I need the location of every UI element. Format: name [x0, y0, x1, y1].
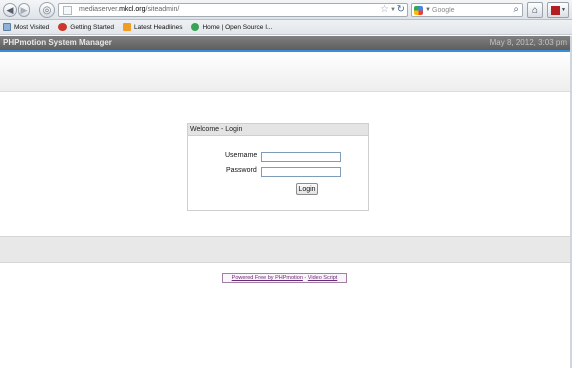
rss-feed-icon: [123, 23, 132, 31]
address-bar-url[interactable]: mediaserver.mkcl.org/siteadmin/: [79, 6, 179, 13]
addon-button[interactable]: ▼: [547, 2, 569, 18]
browser-toolbar: ◀ ▶ ◎ mediaserver.mkcl.org/siteadmin/ ☆ …: [0, 0, 572, 20]
password-field[interactable]: [261, 167, 341, 177]
bookmark-label: Most Visited: [14, 23, 50, 31]
bookmark-getting-started[interactable]: Getting Started: [58, 23, 114, 31]
addon-icon: [551, 6, 560, 15]
search-magnifier-icon[interactable]: ⌕: [513, 4, 519, 15]
google-engine-icon[interactable]: [414, 6, 423, 15]
page-info-globe-icon[interactable]: ◎: [39, 2, 55, 18]
forward-arrow-icon[interactable]: ▶: [18, 3, 30, 17]
search-input[interactable]: [432, 5, 502, 16]
search-engine-dropdown-icon[interactable]: ▼: [425, 7, 431, 13]
login-panel-title: Welcome - Login: [188, 124, 368, 136]
chevron-down-icon: ▼: [561, 7, 566, 13]
site-header: PHPmotion System Manager May 8, 2012, 3:…: [0, 36, 572, 50]
login-button[interactable]: Login: [296, 183, 318, 195]
bookmark-most-visited[interactable]: Most Visited: [3, 23, 49, 31]
firefox-icon: [58, 23, 68, 31]
bookmark-label: Home | Open Source I...: [202, 23, 273, 31]
password-label: Password: [226, 167, 257, 174]
header-subband: [0, 52, 572, 92]
reload-icon[interactable]: ↻: [397, 4, 405, 15]
bookmark-label: Latest Headlines: [134, 23, 183, 31]
page-favicon-icon: [63, 6, 72, 15]
most-visited-icon: [3, 23, 11, 31]
bookmark-label: Getting Started: [70, 23, 115, 31]
username-field[interactable]: [261, 152, 341, 162]
bookmark-home-open-source[interactable]: Home | Open Source I...: [191, 23, 272, 31]
login-panel: Welcome - Login Username Password Login: [187, 123, 369, 211]
bookmark-star-icon[interactable]: ☆: [380, 4, 389, 15]
bookmarks-toolbar: Most Visited Getting Started Latest Head…: [0, 20, 572, 35]
url-history-dropdown-icon[interactable]: ▼: [390, 7, 396, 13]
globe-icon: [191, 23, 200, 31]
footer-credits: Powered Free by PHPmotion - Video Script: [222, 273, 347, 283]
header-date: May 8, 2012, 3:03 pm: [489, 38, 567, 47]
back-arrow-icon[interactable]: ◀: [3, 3, 17, 17]
powered-by-link[interactable]: Powered Free by PHPmotion: [232, 275, 303, 281]
address-bar[interactable]: mediaserver.mkcl.org/siteadmin/ ☆ ▼ ↻: [58, 3, 408, 17]
search-bar[interactable]: ▼ ⌕: [411, 3, 523, 17]
bookmark-latest-headlines[interactable]: Latest Headlines: [123, 23, 182, 31]
home-icon[interactable]: ⌂: [527, 2, 543, 18]
footer-band: [0, 236, 572, 263]
username-label: Username: [225, 152, 258, 159]
video-script-link[interactable]: Video Script: [308, 275, 338, 281]
site-title: PHPmotion System Manager: [3, 38, 112, 47]
